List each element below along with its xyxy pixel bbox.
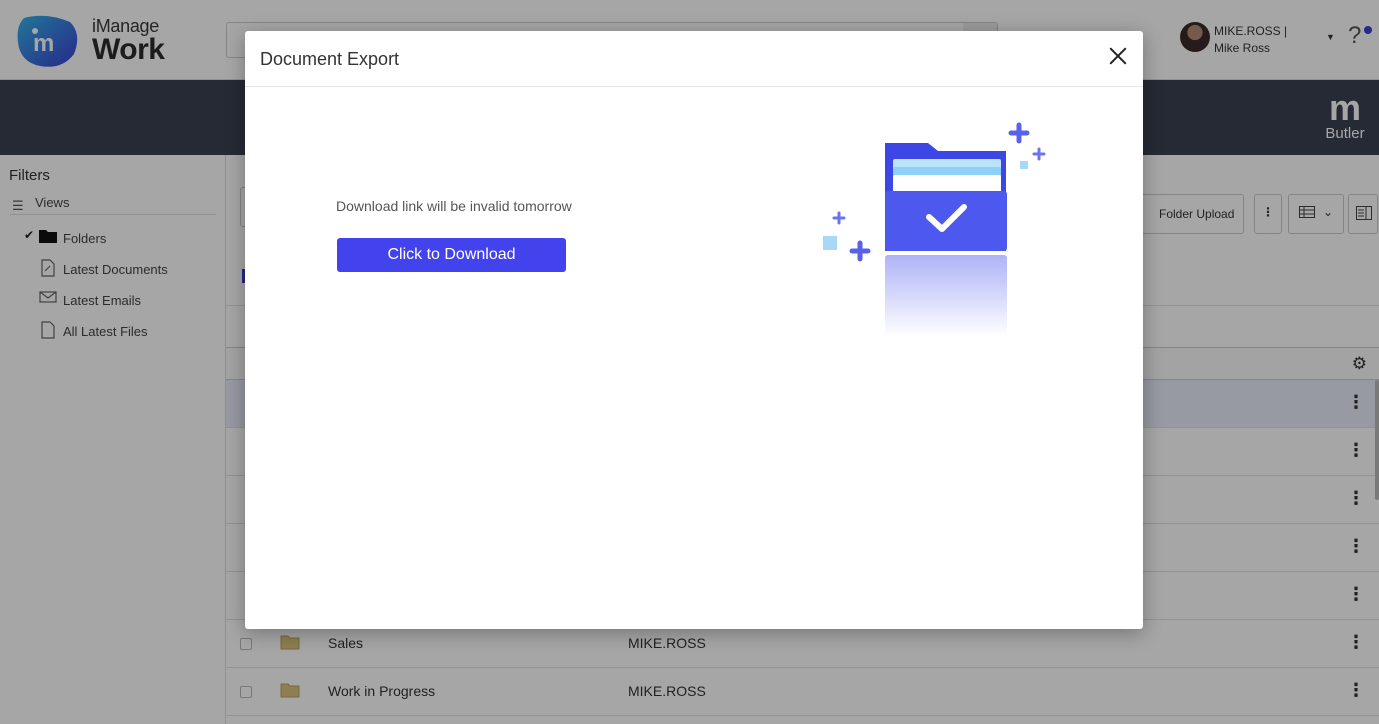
dialog-header: Document Export [245,31,1143,87]
folder-export-illustration [823,122,1046,337]
document-export-dialog: Document Export Download link will be in… [245,31,1143,629]
close-icon[interactable] [1105,43,1131,69]
download-message: Download link will be invalid tomorrow [336,198,572,214]
dialog-title: Document Export [260,49,400,69]
download-button[interactable]: Click to Download [337,238,566,272]
